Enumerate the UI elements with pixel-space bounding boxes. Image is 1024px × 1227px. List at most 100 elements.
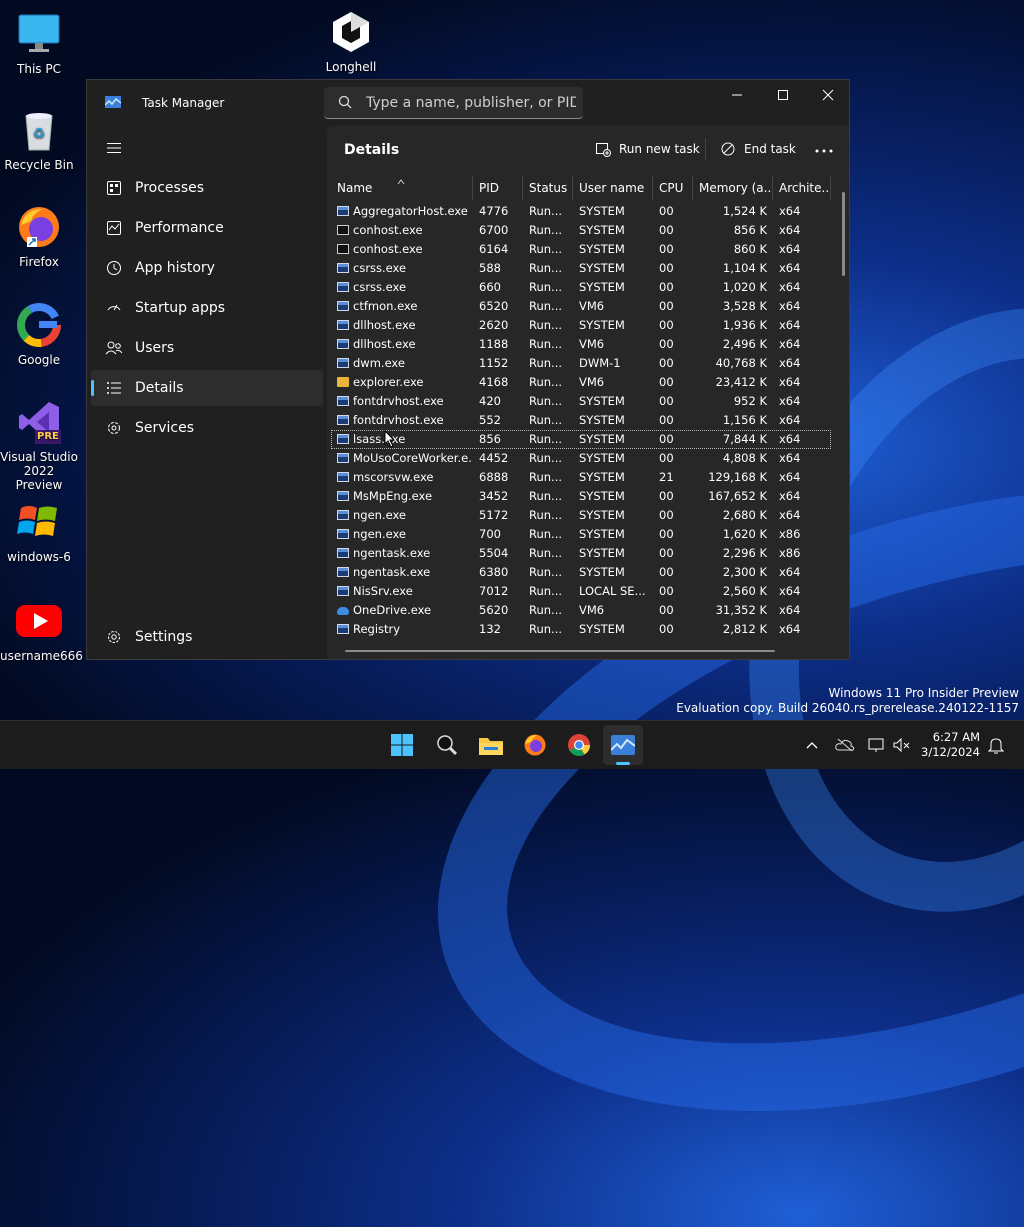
watermark-line-2: Evaluation copy. Build 26040.rs_prerelea… <box>676 701 1019 715</box>
table-row[interactable]: Registry 132 Run... SYSTEM 00 2,812 K x64 <box>331 620 831 639</box>
users-icon <box>105 339 123 357</box>
details-table: Name PID Status User name CPU Memory (a... Arc… <box>331 176 831 646</box>
nav-item-startup-apps[interactable]: Startup apps <box>91 290 323 326</box>
status-cell: Run... <box>529 413 563 427</box>
maximize-button[interactable] <box>760 80 806 110</box>
sort-ascending-icon <box>397 176 405 185</box>
table-row[interactable]: ctfmon.exe 6520 Run... VM6 00 3,528 K x64 <box>331 297 831 316</box>
table-row[interactable]: NisSrv.exe 7012 Run... LOCAL SE... 00 2,560 K… <box>331 582 831 601</box>
column-header[interactable]: PID <box>473 176 523 200</box>
process-name-cell: mscorsvw.exe <box>331 468 473 487</box>
show-hidden-icons-button[interactable] <box>801 735 823 755</box>
arch-cell: x64 <box>779 223 801 237</box>
desktop-icon-label: username666 <box>0 649 83 663</box>
table-row[interactable]: dwm.exe 1152 Run... DWM-1 00 40,768 K x64 <box>331 354 831 373</box>
end-task-button[interactable]: End task <box>720 135 796 163</box>
chrome-taskbar-button[interactable] <box>563 729 595 761</box>
cpu-cell: 00 <box>659 603 674 617</box>
process-icon <box>337 301 349 311</box>
file-explorer-button[interactable] <box>475 729 507 761</box>
column-header[interactable]: Archite... <box>773 176 831 200</box>
table-row[interactable]: ngen.exe 700 Run... SYSTEM 00 1,620 K x86 <box>331 525 831 544</box>
nav-item-details[interactable]: Details <box>91 370 323 406</box>
arch-cell: x64 <box>779 603 801 617</box>
desktop-icon-label: Firefox <box>19 255 59 269</box>
gear-icon <box>105 628 123 646</box>
clock[interactable]: 6:27 AM 3/12/2024 <box>918 730 980 760</box>
onedrive-tray-button[interactable] <box>834 735 856 755</box>
table-row[interactable]: dllhost.exe 2620 Run... SYSTEM 00 1,936 K x64 <box>331 316 831 335</box>
horizontal-scrollbar[interactable] <box>345 650 775 652</box>
table-row[interactable]: fontdrvhost.exe 552 Run... SYSTEM 00 1,156 K x… <box>331 411 831 430</box>
table-row[interactable]: fontdrvhost.exe 420 Run... SYSTEM 00 952 K x64 <box>331 392 831 411</box>
nav-item-performance[interactable]: Performance <box>91 210 323 246</box>
run-new-task-label: Run new task <box>619 142 700 156</box>
search-button[interactable] <box>431 729 463 761</box>
pid-cell: 660 <box>479 280 501 294</box>
status-cell: Run... <box>529 565 563 579</box>
column-header[interactable]: CPU <box>653 176 693 200</box>
chrome-icon <box>568 734 590 756</box>
close-button[interactable] <box>805 80 851 110</box>
search-box[interactable] <box>324 87 583 119</box>
run-new-task-button[interactable]: Run new task <box>595 135 700 163</box>
column-header[interactable]: Status <box>523 176 573 200</box>
vertical-scrollbar[interactable] <box>842 192 845 276</box>
hamburger-icon <box>105 139 123 157</box>
desktop-icon-this-pc[interactable]: This PC <box>0 10 78 76</box>
search-input[interactable] <box>364 92 578 114</box>
minimize-button[interactable] <box>714 80 760 110</box>
cpu-cell: 00 <box>659 489 674 503</box>
cpu-cell: 00 <box>659 375 674 389</box>
table-row[interactable]: explorer.exe 4168 Run... VM6 00 23,412 K x64 <box>331 373 831 392</box>
table-row[interactable]: mscorsvw.exe 6888 Run... SYSTEM 21 129,168 K x… <box>331 468 831 487</box>
task-manager-taskbar-button[interactable] <box>603 725 643 765</box>
table-row[interactable]: lsass.exe 856 Run... SYSTEM 00 7,844 K x64 <box>331 430 831 449</box>
table-row[interactable]: csrss.exe 660 Run... SYSTEM 00 1,020 K x64 <box>331 278 831 297</box>
table-row[interactable]: MsMpEng.exe 3452 Run... SYSTEM 00 167,652 K x6… <box>331 487 831 506</box>
desktop-icon-google[interactable]: Google <box>0 301 78 367</box>
table-row[interactable]: conhost.exe 6700 Run... SYSTEM 00 856 K x64 <box>331 221 831 240</box>
arch-cell: x64 <box>779 356 801 370</box>
column-header[interactable]: User name <box>573 176 653 200</box>
desktop-icon-windows-6[interactable]: windows-6 <box>0 498 78 564</box>
table-row[interactable]: dllhost.exe 1188 Run... VM6 00 2,496 K x64 <box>331 335 831 354</box>
start-button[interactable] <box>386 729 418 761</box>
notifications-button[interactable] <box>985 735 1007 755</box>
table-row[interactable]: conhost.exe 6164 Run... SYSTEM 00 860 K x64 <box>331 240 831 259</box>
arch-cell: x64 <box>779 622 801 636</box>
network-tray-button[interactable] <box>866 735 888 755</box>
title-bar[interactable]: Task Manager <box>87 80 849 126</box>
chevron-up-icon <box>806 742 818 749</box>
status-cell: Run... <box>529 432 563 446</box>
windows-start-icon <box>391 734 413 756</box>
table-row[interactable]: ngentask.exe 5504 Run... SYSTEM 00 2,296 K x86 <box>331 544 831 563</box>
arch-cell: x64 <box>779 318 801 332</box>
nav-item-services[interactable]: Services <box>91 410 323 446</box>
desktop-icon-visual-studio[interactable]: PRE Visual Studio 2022 Preview <box>0 398 78 492</box>
table-row[interactable]: OneDrive.exe 5620 Run... VM6 00 31,352 K x64 <box>331 601 831 620</box>
windows-logo-icon <box>15 498 63 546</box>
status-cell: Run... <box>529 356 563 370</box>
table-row[interactable]: MoUsoCoreWorker.e... 4452 Run... SYSTEM 00 4,… <box>331 449 831 468</box>
nav-item-users[interactable]: Users <box>91 330 323 366</box>
column-header[interactable]: Memory (a... <box>693 176 773 200</box>
table-row[interactable]: ngen.exe 5172 Run... SYSTEM 00 2,680 K x64 <box>331 506 831 525</box>
nav-item-app-history[interactable]: App history <box>91 250 323 286</box>
arch-cell: x64 <box>779 508 801 522</box>
table-row[interactable]: ngentask.exe 6380 Run... SYSTEM 00 2,300 K x64 <box>331 563 831 582</box>
youtube-icon <box>15 597 63 645</box>
firefox-taskbar-button[interactable] <box>519 729 551 761</box>
volume-tray-button[interactable] <box>891 735 913 755</box>
nav-item-processes[interactable]: Processes <box>91 170 323 206</box>
more-options-button[interactable] <box>815 135 833 163</box>
desktop-icon-longhell[interactable]: Longhell <box>312 8 390 74</box>
nav-item-settings[interactable]: Settings <box>91 619 323 655</box>
desktop-icon-youtube[interactable]: username666 <box>0 597 83 663</box>
hamburger-menu-button[interactable] <box>91 130 131 166</box>
desktop-icon-recycle-bin[interactable]: ♻ Recycle Bin <box>0 106 78 172</box>
table-row[interactable]: AggregatorHost.exe 4776 Run... SYSTEM 00 1,52… <box>331 202 831 221</box>
desktop-icon-firefox[interactable]: Firefox <box>0 203 78 269</box>
status-cell: Run... <box>529 337 563 351</box>
table-row[interactable]: csrss.exe 588 Run... SYSTEM 00 1,104 K x64 <box>331 259 831 278</box>
